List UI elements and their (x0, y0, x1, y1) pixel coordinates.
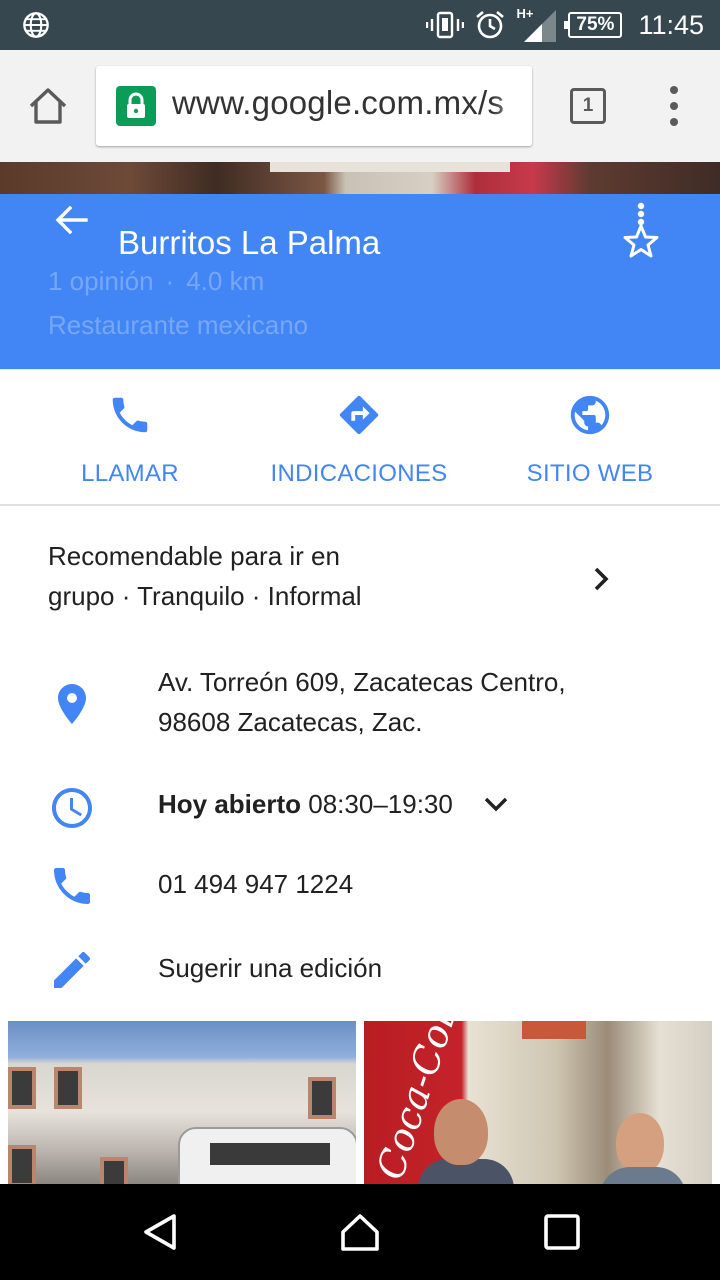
website-button[interactable]: SITIO WEB (510, 370, 670, 506)
screen: H+ 75% 11:45 www.google.com.mx/s 1 Burri… (0, 0, 720, 1280)
phone-number: 01 494 947 1224 (158, 869, 354, 899)
home-nav-icon[interactable] (340, 1212, 380, 1252)
summary-line-1: Recomendable para ir en (48, 541, 340, 571)
clock-icon (52, 788, 92, 828)
chevron-down-icon[interactable] (482, 790, 510, 818)
directions-button[interactable]: INDICACIONES (259, 370, 459, 506)
location-pin-icon (58, 684, 86, 724)
place-header: Burritos La Palma 1 opinión · 4.0 km Resta… (0, 194, 720, 370)
directions-icon (339, 395, 379, 435)
signal-icon: H+ (516, 6, 558, 44)
place-meta: 1 opinión · 4.0 km (48, 266, 264, 297)
address-line-1: Av. Torreón 609, Zacatecas Centro, (158, 667, 566, 697)
photo-street-view[interactable] (8, 1021, 356, 1185)
lock-icon (116, 86, 156, 126)
status-bar: H+ 75% 11:45 (0, 0, 720, 50)
recents-nav-icon[interactable] (542, 1212, 582, 1252)
call-button[interactable]: LLAMAR (60, 370, 200, 506)
photo-interior[interactable]: Coca-Cola (364, 1021, 712, 1185)
meta-separator: · (165, 266, 175, 296)
status-icons: H+ 75% 11:45 (426, 0, 704, 50)
url-fade (492, 66, 532, 146)
web-globe-icon (570, 395, 610, 435)
navigation-bar (0, 1184, 720, 1280)
hours-range: 08:30–19:30 (301, 789, 453, 819)
alarm-icon (476, 11, 505, 39)
header-photo (0, 162, 720, 194)
globe-icon (23, 12, 49, 38)
url-text: www.google.com.mx/s (172, 84, 505, 121)
van (178, 1127, 356, 1185)
place-name: Burritos La Palma (118, 224, 381, 261)
hours-status: Hoy abierto (158, 789, 302, 819)
tab-count: 1 (582, 95, 594, 116)
pencil-icon (54, 951, 91, 988)
phone-icon (112, 397, 148, 433)
clock: 11:45 (638, 9, 704, 40)
phone-icon (54, 868, 90, 904)
back-arrow-icon[interactable] (52, 200, 92, 240)
save-star-icon[interactable] (618, 202, 664, 260)
overflow-menu-icon[interactable] (664, 86, 684, 126)
distance: 4.0 km (186, 266, 265, 296)
call-label: LLAMAR (81, 460, 179, 487)
url-bar[interactable]: www.google.com.mx/s (96, 66, 532, 146)
address-text: Av. Torreón 609, Zacatecas Centro, 98608… (158, 662, 566, 742)
hours-text: Hoy abierto 08:30–19:30 (158, 784, 453, 824)
battery-icon: 75% (564, 12, 623, 38)
browser-toolbar: www.google.com.mx/s 1 (0, 50, 720, 162)
tabs-icon[interactable]: 1 (570, 88, 606, 124)
website-label: SITIO WEB (526, 460, 654, 487)
vibrate-icon (426, 11, 465, 39)
directions-label: INDICACIONES (270, 460, 448, 487)
back-nav-icon[interactable] (140, 1212, 180, 1252)
address-line-2: 98608 Zacatecas, Zac. (158, 707, 423, 737)
battery-level: 75% (576, 14, 615, 35)
summary-attributes[interactable]: Recomendable para ir en grupo · Tranquil… (48, 536, 608, 616)
action-row: LLAMAR INDICACIONES SITIO WEB (0, 370, 720, 506)
place-category: Restaurante mexicano (48, 310, 309, 340)
home-icon[interactable] (26, 84, 70, 128)
summary-line-2: grupo · Tranquilo · Informal (48, 581, 362, 611)
review-count[interactable]: 1 opinión (48, 266, 154, 296)
chevron-right-icon[interactable] (586, 564, 616, 594)
suggest-edit-label: Sugerir una edición (158, 953, 383, 983)
